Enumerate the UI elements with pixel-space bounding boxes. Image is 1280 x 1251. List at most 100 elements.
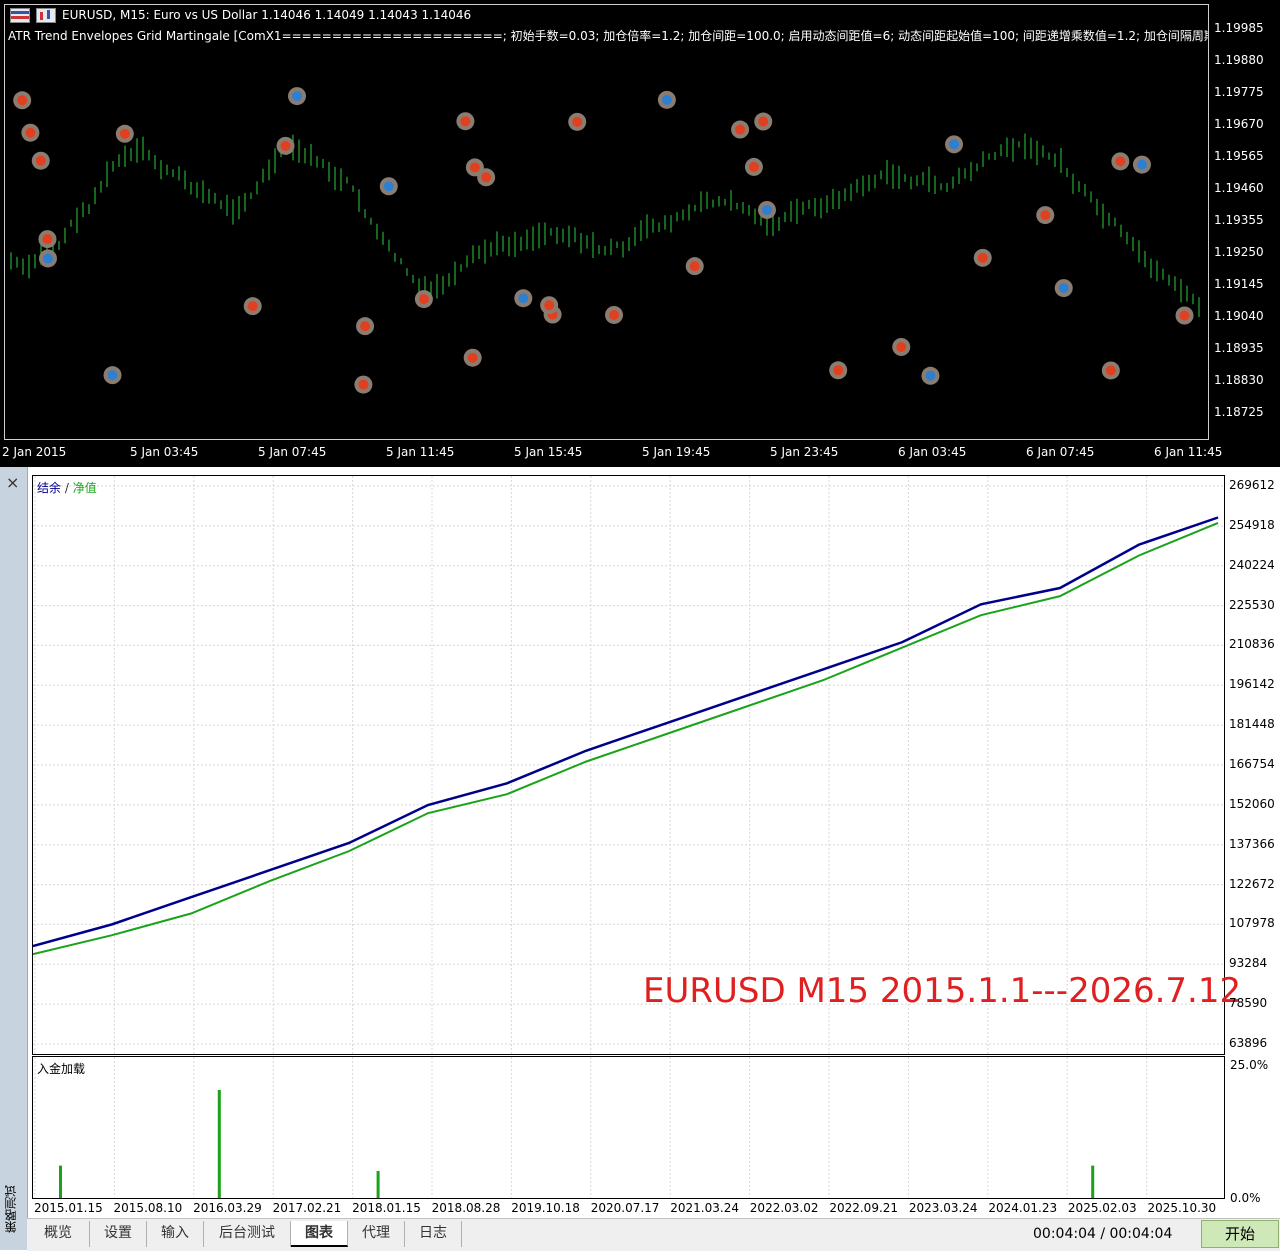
balance-y-tick-label: 122672: [1229, 876, 1275, 891]
date-tick-label: 2021.03.24: [670, 1201, 739, 1215]
deposit-bar: [217, 1090, 221, 1198]
trade-arrow-icon: [418, 294, 429, 305]
date-tick-label: 2025.02.03: [1067, 1201, 1137, 1215]
tab-4[interactable]: 图表: [291, 1221, 348, 1247]
trade-arrow-icon: [383, 181, 394, 192]
deposit-title: 入金加载: [37, 1062, 86, 1076]
time-tick-label: 6 Jan 03:45: [898, 445, 967, 459]
time-tick-label: 6 Jan 11:45: [1154, 445, 1223, 459]
time-tick-label: 6 Jan 07:45: [1026, 445, 1095, 459]
trade-arrow-icon: [25, 127, 36, 138]
balance-chart: 结余 / 净值 EURUSD M15 2015.1.1---2026.7.12: [32, 475, 1241, 1055]
trade-arrow-icon: [609, 309, 620, 320]
price-tick-label: 1.18725: [1214, 405, 1264, 419]
date-tick-label: 2020.07.17: [590, 1201, 660, 1215]
price-tick-label: 1.19040: [1214, 309, 1264, 323]
tab-2[interactable]: 输入: [147, 1221, 204, 1247]
trade-arrow-icon: [460, 116, 471, 127]
balance-y-tick-label: 181448: [1229, 717, 1275, 732]
trade-arrow-icon: [292, 91, 303, 102]
balance-y-tick-label: 152060: [1229, 796, 1275, 811]
trade-arrow-icon: [42, 253, 53, 264]
date-tick-label: 2023.03.24: [908, 1201, 978, 1215]
time-tick-label: 5 Jan 15:45: [514, 445, 583, 459]
trade-arrow-icon: [1058, 283, 1069, 294]
trade-arrow-icon: [735, 124, 746, 135]
balance-y-tick-label: 196142: [1229, 677, 1275, 692]
chart-type-icon[interactable]: [36, 8, 56, 23]
date-tick-label: 2015.01.15: [34, 1201, 103, 1215]
price-tick-label: 1.19775: [1214, 85, 1264, 99]
tester-tab-bar: 概览 设置 输入 后台测试 图表 代理 日志 00:04:04 / 00:04:04 开始: [27, 1218, 1280, 1251]
deposit-bar: [376, 1171, 380, 1198]
deposit-max-label: 25.0%: [1230, 1058, 1269, 1072]
balance-y-tick-label: 63896: [1229, 1036, 1268, 1050]
trade-arrow-icon: [896, 341, 907, 352]
legend-balance: 结余: [37, 481, 62, 495]
date-tick-label: 2022.03.02: [749, 1201, 819, 1215]
tab-6[interactable]: 日志: [405, 1221, 462, 1247]
indicator-parameters: ATR Trend Envelopes Grid Martingale [Com…: [8, 29, 1208, 43]
trade-arrow-icon: [469, 162, 480, 173]
price-tick-label: 1.19460: [1214, 181, 1264, 195]
deposit-plot: [34, 1057, 1148, 1198]
close-icon[interactable]: ×: [6, 473, 19, 492]
date-tick-label: 2018.08.28: [431, 1201, 501, 1215]
trade-arrow-icon: [481, 172, 492, 183]
price-tick-label: 1.18830: [1214, 373, 1264, 387]
date-axis: 2015.01.15 2015.08.10 2016.03.29 2017.02.21…: [32, 1200, 1225, 1218]
tab-0[interactable]: 概览: [27, 1221, 90, 1247]
date-tick-label: 2024.01.23: [988, 1201, 1058, 1215]
time-tick-label: 5 Jan 23:45: [770, 445, 839, 459]
trade-arrow-icon: [977, 252, 988, 263]
legend-equity: 净值: [72, 481, 97, 495]
price-tick-label: 1.19565: [1214, 149, 1264, 163]
tab-5[interactable]: 代理: [348, 1221, 405, 1247]
price-tick-label: 1.19670: [1214, 117, 1264, 131]
tab-list: 概览 设置 输入 后台测试 图表 代理 日志: [27, 1221, 462, 1247]
trade-arrow-icon: [247, 301, 258, 312]
date-tick-label: 2017.02.21: [272, 1201, 342, 1215]
balance-y-tick-label: 254918: [1229, 517, 1275, 532]
trade-arrow-icon: [689, 261, 700, 272]
date-tick-label: 2022.09.21: [829, 1201, 899, 1215]
trade-arrow-icon: [280, 140, 291, 151]
time-tick-label: 5 Jan 07:45: [258, 445, 327, 459]
trade-arrow-icon: [467, 352, 478, 363]
trade-arrow-icon: [925, 370, 936, 381]
overlay-annotation: EURUSD M15 2015.1.1---2026.7.12: [643, 971, 1242, 1011]
trade-arrow-icon: [661, 94, 672, 105]
trade-arrow-icon: [358, 379, 369, 390]
price-tick-label: 1.18935: [1214, 341, 1264, 355]
trade-arrow-icon: [572, 116, 583, 127]
price-tick-label: 1.19355: [1214, 213, 1264, 227]
trade-arrow-icon: [1040, 210, 1051, 221]
tab-3[interactable]: 后台测试: [204, 1221, 291, 1247]
balance-line: [33, 516, 1219, 948]
balance-y-tick-label: 240224: [1229, 557, 1275, 572]
start-button[interactable]: 开始: [1201, 1220, 1279, 1248]
price-axis: 1.19985 1.19880 1.19775 1.19670 1.19565 1.194…: [1212, 0, 1280, 440]
trade-arrow-icon: [42, 234, 53, 245]
balance-y-axis: 269612 254918 240224 225530 210836 196142 1814…: [1226, 475, 1280, 1055]
progress-time: 00:04:04 / 00:04:04: [1033, 1226, 1173, 1242]
symbol-title: EURUSD, M15: Euro vs US Dollar 1.14046 1…: [62, 8, 472, 22]
balance-y-tick-label: 78590: [1229, 996, 1268, 1011]
trade-arrow-icon: [949, 139, 960, 150]
price-tick-label: 1.19880: [1214, 53, 1264, 67]
time-tick-label: 2 Jan 2015: [2, 445, 67, 459]
deposit-load-chart: 入金加载: [32, 1056, 1225, 1199]
trade-arrow-icon: [1115, 156, 1126, 167]
trade-arrow-icon: [17, 95, 28, 106]
tab-1[interactable]: 设置: [90, 1221, 147, 1247]
price-chart[interactable]: EURUSD, M15: Euro vs US Dollar 1.14046 1…: [0, 0, 1280, 467]
trade-arrow-icon: [1105, 365, 1116, 376]
trade-arrow-icon: [544, 300, 555, 311]
trade-arrow-icon: [119, 128, 130, 139]
trade-arrow-icon: [833, 365, 844, 376]
time-tick-label: 5 Jan 11:45: [386, 445, 455, 459]
candles-layer: [10, 87, 1200, 394]
price-plot-area: [4, 4, 1209, 440]
time-axis: 2 Jan 2015 5 Jan 03:45 5 Jan 07:45 5 Jan 11…: [0, 442, 1280, 466]
deposit-bar: [1091, 1165, 1095, 1198]
